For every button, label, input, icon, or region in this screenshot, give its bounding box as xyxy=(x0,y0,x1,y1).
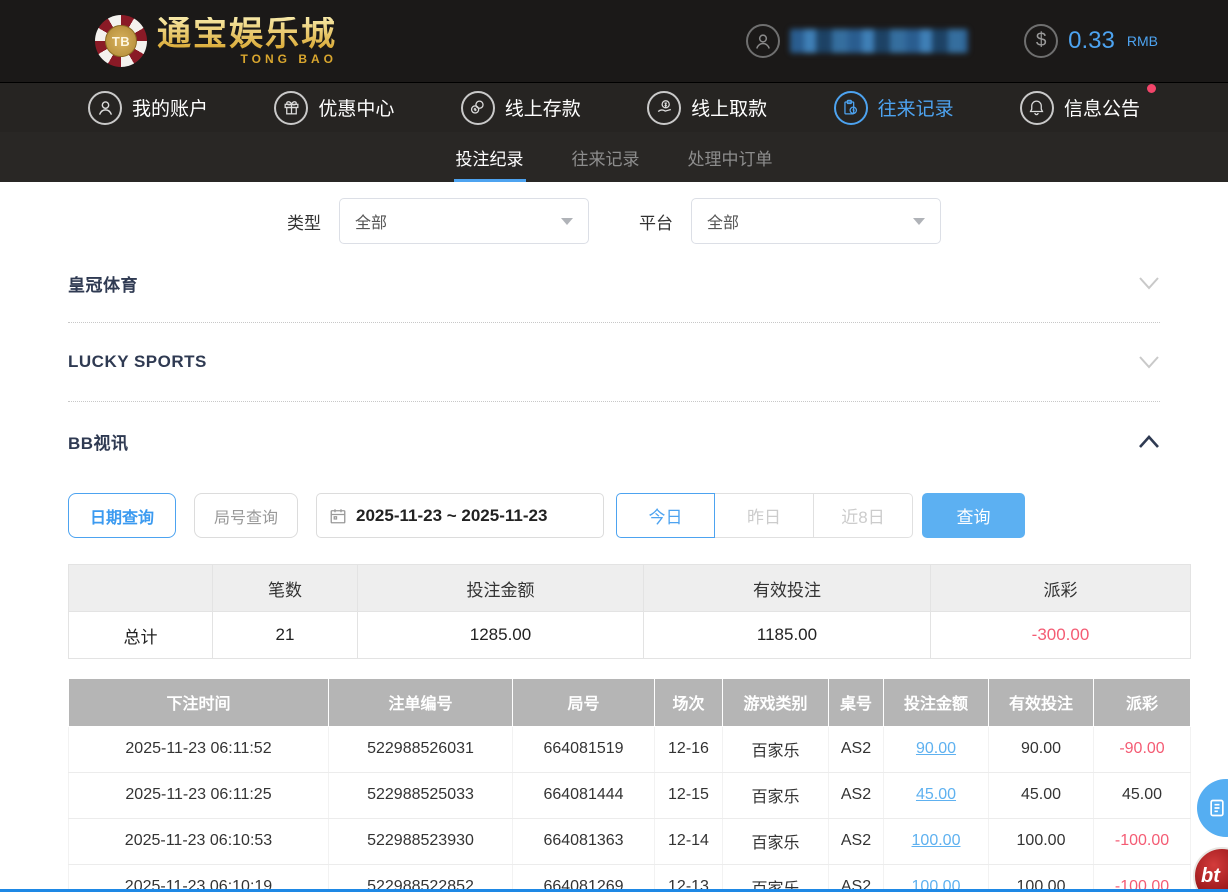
tab-pending-orders[interactable]: 处理中订单 xyxy=(686,132,775,182)
calendar-icon xyxy=(329,507,347,525)
page: TB 通宝娱乐城 TONG BAO $ 0.33 RMB xyxy=(0,0,1228,892)
section-lucky-sports[interactable]: LUCKY SPORTS xyxy=(68,323,1160,402)
record-tabs: 投注纪录 往来记录 处理中订单 xyxy=(0,132,1228,182)
balance-currency: RMB xyxy=(1127,33,1158,49)
date-range-input[interactable]: 2025-11-23 ~ 2025-11-23 xyxy=(316,493,604,538)
summary-table: 笔数 投注金额 有效投注 派彩 总计 21 1285.00 1185.00 -3… xyxy=(68,564,1191,659)
today-button[interactable]: 今日 xyxy=(616,493,715,538)
account-icon xyxy=(88,91,122,125)
last-8-days-button[interactable]: 近8日 xyxy=(814,493,913,538)
nav-my-account[interactable]: 我的账户 xyxy=(88,91,208,125)
summary-header-empty xyxy=(69,565,213,612)
balance[interactable]: $ 0.33 RMB xyxy=(1024,24,1158,58)
nav-transaction-records[interactable]: 往来记录 xyxy=(834,91,954,125)
nav-announcements[interactable]: 信息公告 xyxy=(1020,91,1140,125)
records-clipboard-icon xyxy=(834,91,868,125)
bell-icon xyxy=(1020,91,1054,125)
summary-header-payout: 派彩 xyxy=(931,565,1191,612)
type-filter-label: 类型 xyxy=(287,209,321,234)
logo-title: 通宝娱乐城 xyxy=(157,17,337,51)
summary-header-count: 笔数 xyxy=(213,565,358,612)
balance-amount: 0.33 xyxy=(1068,27,1115,55)
nav-deposit[interactable]: 线上存款 xyxy=(461,91,581,125)
username-redacted xyxy=(790,29,968,53)
bt-logo: bt xyxy=(1201,865,1220,888)
table-header-row: 下注时间 注单编号 局号 场次 游戏类别 桌号 投注金额 有效投注 派彩 xyxy=(69,679,1191,726)
platform-select[interactable]: 全部 xyxy=(691,198,941,244)
summary-payout: -300.00 xyxy=(931,612,1191,659)
nav-withdraw[interactable]: 线上取款 xyxy=(647,91,767,125)
dollar-icon: $ xyxy=(1024,24,1058,58)
chevron-up-icon xyxy=(1138,435,1160,449)
bet-amount-link[interactable]: 90.00 xyxy=(916,740,956,757)
section-crown-sports[interactable]: 皇冠体育 xyxy=(68,244,1160,323)
yesterday-button[interactable]: 昨日 xyxy=(715,493,814,538)
date-query-button[interactable]: 日期查询 xyxy=(68,493,176,538)
section-bb-video[interactable]: BB视讯 xyxy=(68,402,1160,481)
bet-amount-link[interactable]: 100.00 xyxy=(912,832,961,849)
table-row: 2025-11-23 06:11:52 522988526031 6640815… xyxy=(69,726,1191,772)
user-account[interactable] xyxy=(746,24,968,58)
notification-dot xyxy=(1147,84,1156,93)
summary-header-bet-amount: 投注金额 xyxy=(358,565,644,612)
search-button[interactable]: 查询 xyxy=(922,493,1025,538)
summary-bet-amount: 1285.00 xyxy=(358,612,644,659)
type-select[interactable]: 全部 xyxy=(339,198,589,244)
chevron-down-icon xyxy=(561,218,573,225)
tab-betting-records[interactable]: 投注纪录 xyxy=(454,132,526,182)
quick-range-group: 今日 昨日 近8日 xyxy=(616,493,913,538)
nav-promotions[interactable]: 优惠中心 xyxy=(274,91,394,125)
gift-icon xyxy=(274,91,308,125)
chevron-down-icon xyxy=(1138,276,1160,290)
table-row: 2025-11-23 06:10:53 522988523930 6640813… xyxy=(69,818,1191,864)
document-icon xyxy=(1207,798,1227,818)
bet-amount-link[interactable]: 45.00 xyxy=(916,786,956,803)
logo[interactable]: TB 通宝娱乐城 TONG BAO xyxy=(95,15,337,67)
casino-chip-icon: TB xyxy=(95,15,147,67)
deposit-coins-icon xyxy=(461,91,495,125)
table-row: 2025-11-23 06:10:19 522988522852 6640812… xyxy=(69,864,1191,892)
query-controls: 日期查询 局号查询 2025-11-23 ~ 2025-11-23 今日 昨日 … xyxy=(68,493,1160,538)
withdraw-hand-icon xyxy=(647,91,681,125)
summary-count: 21 xyxy=(213,612,358,659)
logo-subtitle: TONG BAO xyxy=(157,53,337,65)
chip-label: TB xyxy=(105,25,137,57)
bet-records-table: 下注时间 注单编号 局号 场次 游戏类别 桌号 投注金额 有效投注 派彩 202… xyxy=(68,679,1191,892)
summary-header-valid-bet: 有效投注 xyxy=(644,565,931,612)
main-nav: 我的账户 优惠中心 线上存款 xyxy=(0,82,1228,132)
filter-row: 类型 全部 平台 全部 xyxy=(0,198,1228,244)
summary-valid-bet: 1185.00 xyxy=(644,612,931,659)
summary-row: 总计 21 1285.00 1185.00 -300.00 xyxy=(69,612,1191,659)
platform-filter-label: 平台 xyxy=(639,209,673,234)
tab-transaction-records[interactable]: 往来记录 xyxy=(570,132,642,182)
summary-total-label: 总计 xyxy=(69,612,213,659)
user-icon xyxy=(746,24,780,58)
round-query-button[interactable]: 局号查询 xyxy=(194,493,298,538)
content: 皇冠体育 LUCKY SPORTS BB视讯 日期查询 局号查询 2025-11… xyxy=(0,244,1228,892)
chevron-down-icon xyxy=(913,218,925,225)
table-row: 2025-11-23 06:11:25 522988525033 6640814… xyxy=(69,772,1191,818)
top-header: TB 通宝娱乐城 TONG BAO $ 0.33 RMB xyxy=(0,0,1228,82)
chevron-down-icon xyxy=(1138,355,1160,369)
